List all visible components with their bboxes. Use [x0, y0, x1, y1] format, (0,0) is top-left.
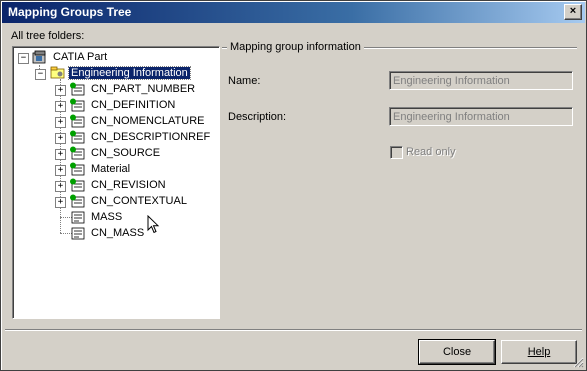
expand-icon[interactable]: +: [55, 117, 66, 128]
mapping-node-icon: [70, 146, 85, 160]
tree-node-label: CN_PART_NUMBER: [91, 83, 196, 95]
tree-node-label-selected: Engineering Information: [68, 66, 191, 80]
mouse-pointer-icon: [147, 215, 160, 234]
expand-icon[interactable]: +: [55, 101, 66, 112]
mapping-node-icon: [70, 130, 85, 144]
read-only-label: Read only: [406, 146, 456, 158]
tree-folders-label: All tree folders:: [11, 30, 85, 42]
tree-node-label: CN_DEFINITION: [91, 99, 176, 111]
collapse-icon[interactable]: −: [35, 69, 46, 80]
footer-divider: [5, 329, 582, 330]
read-only-checkbox[interactable]: [390, 146, 403, 159]
collapse-icon[interactable]: −: [18, 53, 29, 64]
tree-view[interactable]: − CATIA Part − Engineering Information +…: [12, 46, 220, 319]
mapping-group-folder-icon: [50, 66, 65, 79]
mapping-node-icon: [70, 194, 85, 208]
help-button[interactable]: Help: [501, 340, 577, 364]
expand-icon[interactable]: +: [55, 133, 66, 144]
tree-node-label: MASS: [91, 211, 123, 223]
expand-icon[interactable]: +: [55, 149, 66, 160]
description-field[interactable]: Engineering Information: [389, 107, 573, 126]
group-box-title: Mapping group information: [227, 41, 364, 53]
tree-node-label: CN_NOMENCLATURE: [91, 115, 205, 127]
expand-icon[interactable]: +: [55, 181, 66, 192]
title-bar[interactable]: Mapping Groups Tree ×: [2, 2, 585, 23]
tree-node[interactable]: + CN_REVISION: [13, 178, 213, 194]
catia-part-icon: [32, 50, 46, 64]
tree-node-engineering-information[interactable]: − Engineering Information: [13, 66, 213, 82]
resize-grip-icon[interactable]: [572, 356, 584, 368]
mapping-attribute-icon: [71, 227, 85, 240]
title-close-button[interactable]: ×: [564, 4, 582, 20]
tree-node-label: Material: [91, 163, 131, 175]
mapping-attribute-icon: [71, 211, 85, 224]
tree-node[interactable]: + CN_PART_NUMBER: [13, 82, 213, 98]
tree-node-label: CN_REVISION: [91, 179, 166, 191]
tree-node[interactable]: + CN_DESCRIPTIONREF: [13, 130, 213, 146]
tree-node-label: CATIA Part: [53, 51, 108, 63]
window-title: Mapping Groups Tree: [8, 5, 132, 19]
tree-node-label: CN_SOURCE: [91, 147, 161, 159]
mapping-groups-dialog: Mapping Groups Tree × All tree folders: …: [0, 0, 587, 371]
expand-icon[interactable]: +: [55, 165, 66, 176]
tree-node[interactable]: CN_MASS: [13, 226, 213, 242]
description-label: Description:: [228, 111, 287, 123]
tree-node-label: CN_MASS: [91, 227, 145, 239]
mapping-node-icon: [70, 162, 85, 176]
expand-icon[interactable]: +: [55, 197, 66, 208]
mapping-node-icon: [70, 178, 85, 192]
expand-icon[interactable]: +: [55, 85, 66, 96]
mapping-node-icon: [70, 82, 85, 96]
tree-node[interactable]: MASS: [13, 210, 213, 226]
tree-node[interactable]: + Material: [13, 162, 213, 178]
tree-node-label: CN_DESCRIPTIONREF: [91, 131, 211, 143]
close-button[interactable]: Close: [418, 339, 496, 365]
name-field[interactable]: Engineering Information: [389, 71, 573, 90]
tree-node-catia-part[interactable]: − CATIA Part: [13, 50, 213, 66]
tree-node-label: CN_CONTEXTUAL: [91, 195, 187, 207]
tree-node[interactable]: + CN_SOURCE: [13, 146, 213, 162]
tree-node[interactable]: + CN_DEFINITION: [13, 98, 213, 114]
mapping-node-icon: [70, 114, 85, 128]
name-label: Name:: [228, 75, 261, 87]
tree-node[interactable]: + CN_CONTEXTUAL: [13, 194, 213, 210]
mapping-node-icon: [70, 98, 85, 112]
tree-node[interactable]: + CN_NOMENCLATURE: [13, 114, 213, 130]
